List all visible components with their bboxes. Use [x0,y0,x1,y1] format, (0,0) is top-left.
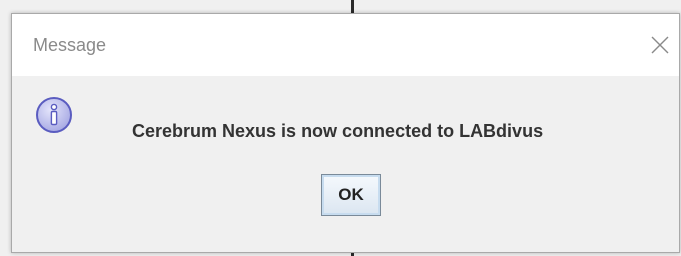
message-dialog: Message Cerebrum Nexus is now connected … [11,13,680,253]
dialog-message: Cerebrum Nexus is now connected to LABdi… [132,121,544,141]
info-icon [35,96,73,134]
close-button[interactable] [645,30,675,60]
ok-button[interactable]: OK [321,174,381,216]
close-icon [651,36,669,54]
dialog-title: Message [33,35,107,55]
dialog-content: Cerebrum Nexus is now connected to LABdi… [12,76,679,252]
dialog-title-bar[interactable]: Message [12,14,679,76]
